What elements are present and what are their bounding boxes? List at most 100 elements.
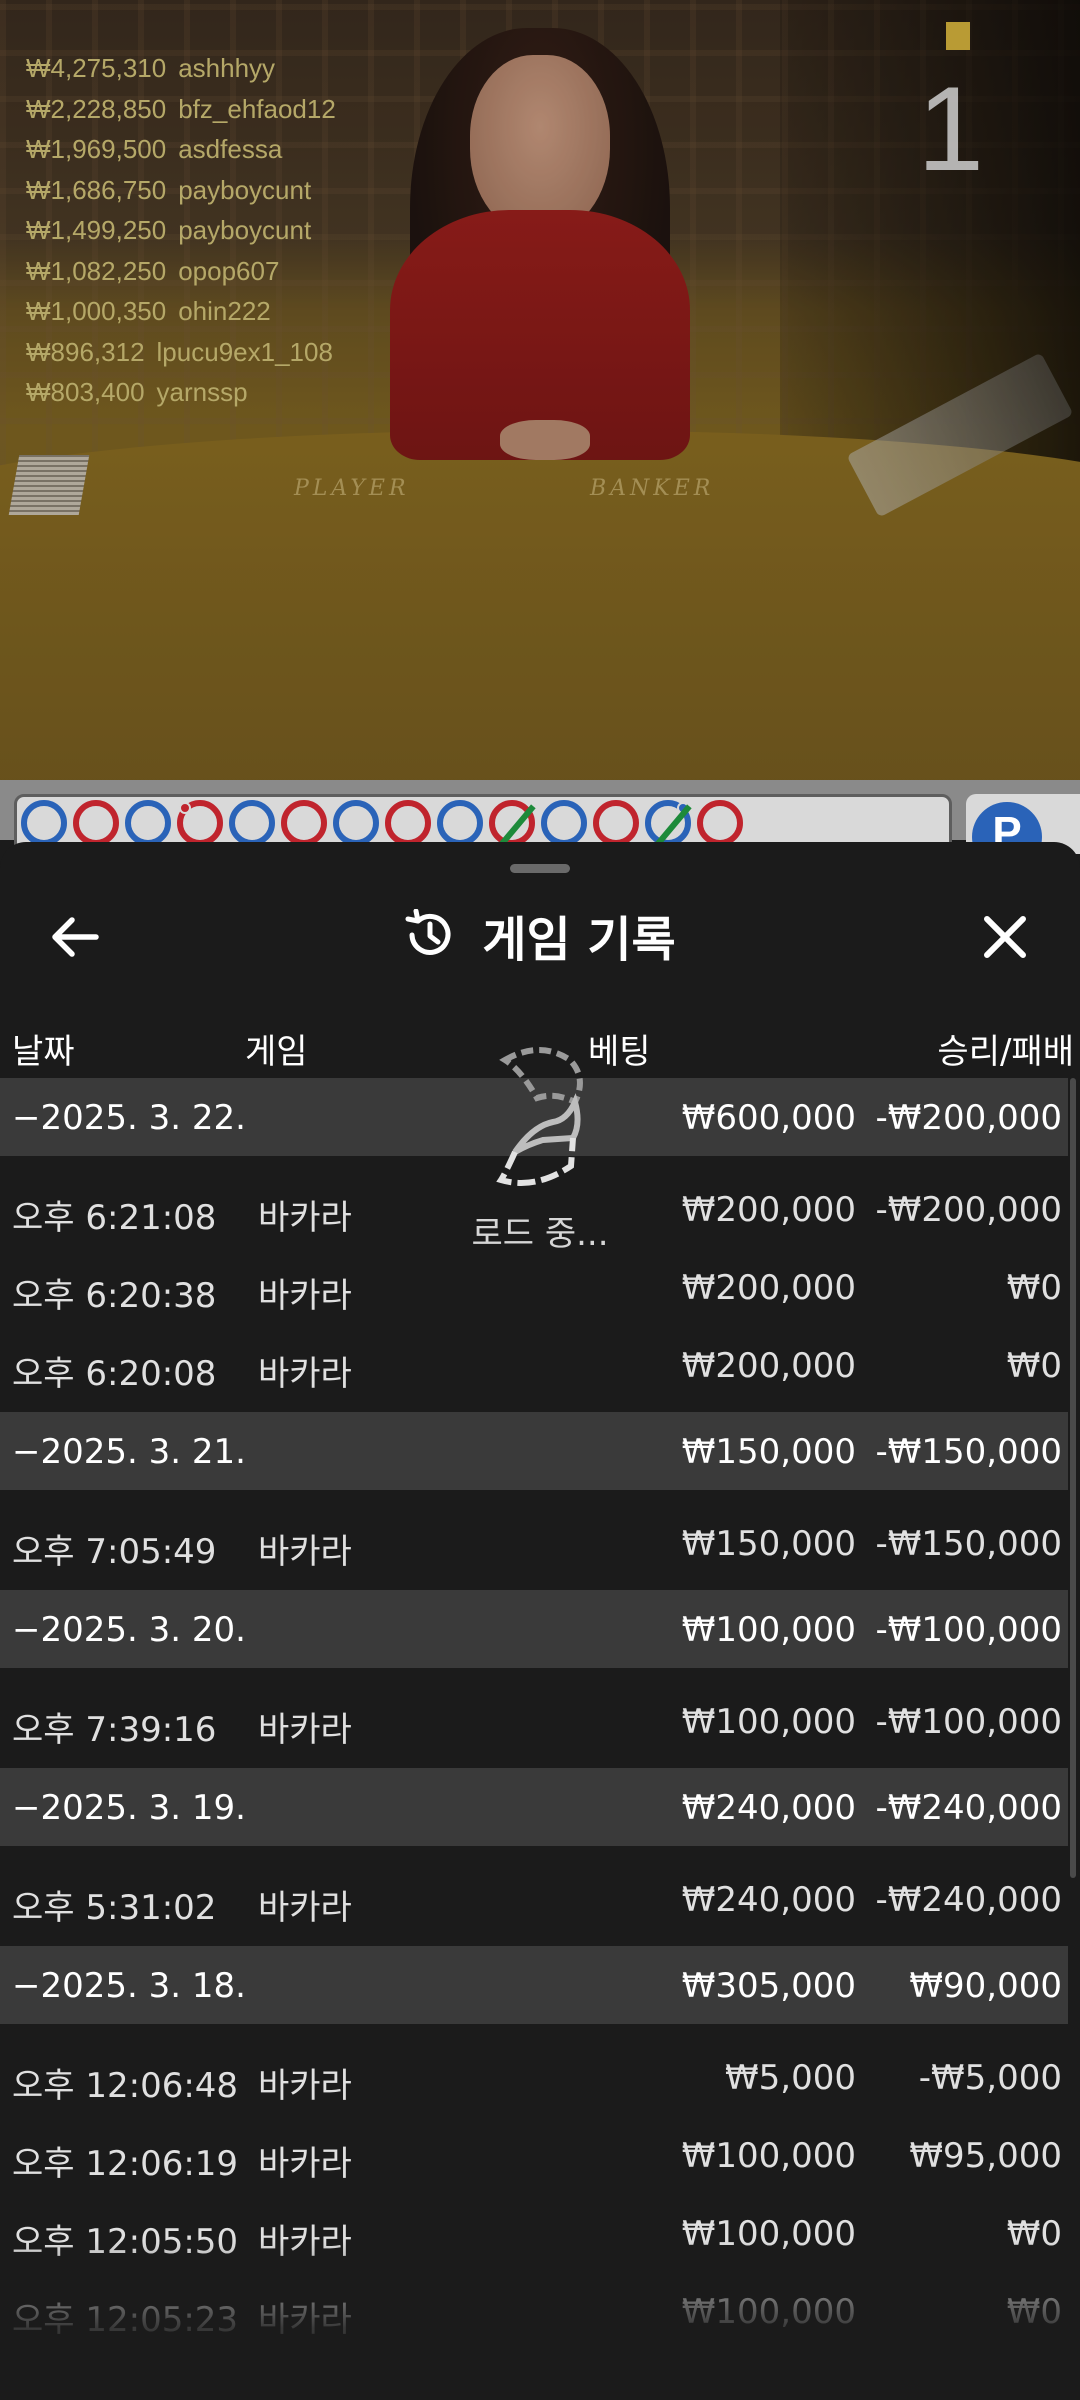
item-time: 오후 7:39:16	[12, 1710, 217, 1750]
row-spacer	[0, 2024, 1068, 2038]
sheet-header: 게임 기록	[0, 882, 1080, 992]
item-bet: ₩200,000	[681, 1346, 856, 1386]
row-spacer	[0, 1846, 1068, 1860]
item-bet: ₩100,000	[681, 2136, 856, 2176]
history-item-row[interactable]: 오후 12:06:48 바카라 ₩5,000 -₩5,000	[0, 2038, 1068, 2116]
road-bead	[489, 800, 536, 850]
sheet-title: 게임 기록	[482, 912, 676, 968]
road-bead	[21, 800, 67, 846]
item-time: 오후 12:05:23	[12, 2300, 239, 2340]
item-result: -₩5,000	[918, 2058, 1062, 2098]
item-game: 바카라	[258, 2066, 352, 2106]
item-bet: ₩200,000	[681, 1190, 856, 1230]
video-dim-overlay	[0, 0, 1080, 780]
history-item-row[interactable]: 오후 12:05:50 바카라 ₩100,000 ₩0	[0, 2194, 1068, 2272]
close-icon	[984, 916, 1026, 958]
column-header-result[interactable]: 승리/패배	[937, 1024, 1074, 1073]
road-bead	[125, 800, 171, 846]
group-date: −2025. 3. 22.	[12, 1098, 246, 1138]
road-bead	[73, 800, 119, 846]
group-date: −2025. 3. 19.	[12, 1788, 246, 1828]
row-spacer	[0, 1404, 1068, 1412]
item-game: 바카라	[258, 2144, 352, 2184]
item-time: 오후 5:31:02	[12, 1888, 217, 1928]
item-bet: ₩100,000	[681, 2214, 856, 2254]
date-group-row[interactable]: −2025. 3. 21. ₩150,000 -₩150,000	[0, 1412, 1068, 1490]
item-game: 바카라	[258, 2300, 352, 2340]
history-item-row[interactable]: 오후 7:05:49 바카라 ₩150,000 -₩150,000	[0, 1504, 1068, 1582]
row-spacer	[0, 1490, 1068, 1504]
road-bead	[385, 800, 431, 846]
item-result: -₩200,000	[875, 1190, 1063, 1230]
history-scrollbar[interactable]	[1070, 1078, 1076, 1878]
road-bead	[593, 800, 639, 846]
item-result: ₩0	[1006, 2292, 1062, 2332]
item-game: 바카라	[258, 1198, 352, 1238]
group-result-total: -₩240,000	[875, 1788, 1063, 1828]
group-bet-total: ₩100,000	[681, 1610, 856, 1650]
item-bet: ₩100,000	[681, 1702, 856, 1742]
group-date: −2025. 3. 21.	[12, 1432, 246, 1472]
road-bead	[541, 800, 587, 846]
item-bet: ₩240,000	[681, 1880, 856, 1920]
group-result-total: -₩150,000	[875, 1432, 1063, 1472]
history-item-row[interactable]: 오후 12:06:19 바카라 ₩100,000 ₩95,000	[0, 2116, 1068, 2194]
item-result: ₩0	[1006, 2214, 1062, 2254]
group-date: −2025. 3. 18.	[12, 1966, 246, 2006]
item-game: 바카라	[258, 1276, 352, 1316]
item-game: 바카라	[258, 2222, 352, 2262]
item-result: -₩240,000	[875, 1880, 1063, 1920]
road-bead	[177, 800, 223, 846]
item-bet: ₩150,000	[681, 1524, 856, 1564]
item-time: 오후 6:20:08	[12, 1354, 217, 1394]
road-bead	[229, 800, 275, 846]
item-result: ₩95,000	[909, 2136, 1062, 2176]
close-button[interactable]	[970, 902, 1040, 972]
sheet-drag-handle[interactable]	[510, 864, 570, 873]
item-time: 오후 6:21:08	[12, 1198, 217, 1238]
group-result-total: ₩90,000	[909, 1966, 1062, 2006]
row-spacer	[0, 1760, 1068, 1768]
column-header-date[interactable]: 날짜	[12, 1024, 75, 1073]
group-bet-total: ₩600,000	[681, 1098, 856, 1138]
group-result-total: -₩200,000	[875, 1098, 1063, 1138]
column-header-game[interactable]: 게임	[245, 1024, 308, 1073]
item-game: 바카라	[258, 1888, 352, 1928]
item-result: ₩0	[1006, 1268, 1062, 1308]
item-bet: ₩100,000	[681, 2292, 856, 2332]
group-result-total: -₩100,000	[875, 1610, 1063, 1650]
road-bead	[697, 800, 743, 846]
road-bead	[281, 800, 327, 846]
item-bet: ₩200,000	[681, 1268, 856, 1308]
sheet-title-wrap: 게임 기록	[0, 900, 1080, 970]
history-item-row[interactable]: 오후 12:05:23 바카라 ₩100,000 ₩0	[0, 2272, 1068, 2350]
road-bead	[333, 800, 379, 846]
group-bet-total: ₩305,000	[681, 1966, 856, 2006]
loading-spinner-icon	[496, 1047, 583, 1186]
row-spacer	[0, 1938, 1068, 1946]
item-time: 오후 12:05:50	[12, 2222, 239, 2262]
pair-dot	[179, 802, 191, 814]
item-time: 오후 7:05:49	[12, 1532, 217, 1572]
group-bet-total: ₩240,000	[681, 1788, 856, 1828]
group-date: −2025. 3. 20.	[12, 1610, 246, 1650]
history-item-row[interactable]: 오후 6:20:08 바카라 ₩200,000 ₩0	[0, 1326, 1068, 1404]
date-group-row[interactable]: −2025. 3. 19. ₩240,000 -₩240,000	[0, 1768, 1068, 1846]
history-item-row[interactable]: 오후 5:31:02 바카라 ₩240,000 -₩240,000	[0, 1860, 1068, 1938]
group-bet-total: ₩150,000	[681, 1432, 856, 1472]
live-video-stream: PLAYER BANKER 1 ₩4,275,310 ashhhyy ₩2,228,…	[0, 0, 1080, 780]
row-spacer	[0, 1668, 1068, 1682]
item-time: 오후 12:06:19	[12, 2144, 239, 2184]
history-item-row[interactable]: 오후 7:39:16 바카라 ₩100,000 -₩100,000	[0, 1682, 1068, 1760]
item-time: 오후 6:20:38	[12, 1276, 217, 1316]
road-bead	[645, 800, 692, 850]
loading-text: 로드 중...	[471, 1214, 609, 1254]
item-result: -₩150,000	[875, 1524, 1063, 1564]
item-time: 오후 12:06:48	[12, 2066, 239, 2106]
date-group-row[interactable]: −2025. 3. 20. ₩100,000 -₩100,000	[0, 1590, 1068, 1668]
date-group-row[interactable]: −2025. 3. 18. ₩305,000 ₩90,000	[0, 1946, 1068, 2024]
loading-indicator: 로드 중...	[440, 1040, 640, 1260]
row-spacer	[0, 2350, 1068, 2358]
history-list[interactable]: −2025. 3. 22. ₩600,000 -₩200,000 오후 6:21:08…	[0, 1078, 1068, 2358]
road-bead	[437, 800, 483, 846]
